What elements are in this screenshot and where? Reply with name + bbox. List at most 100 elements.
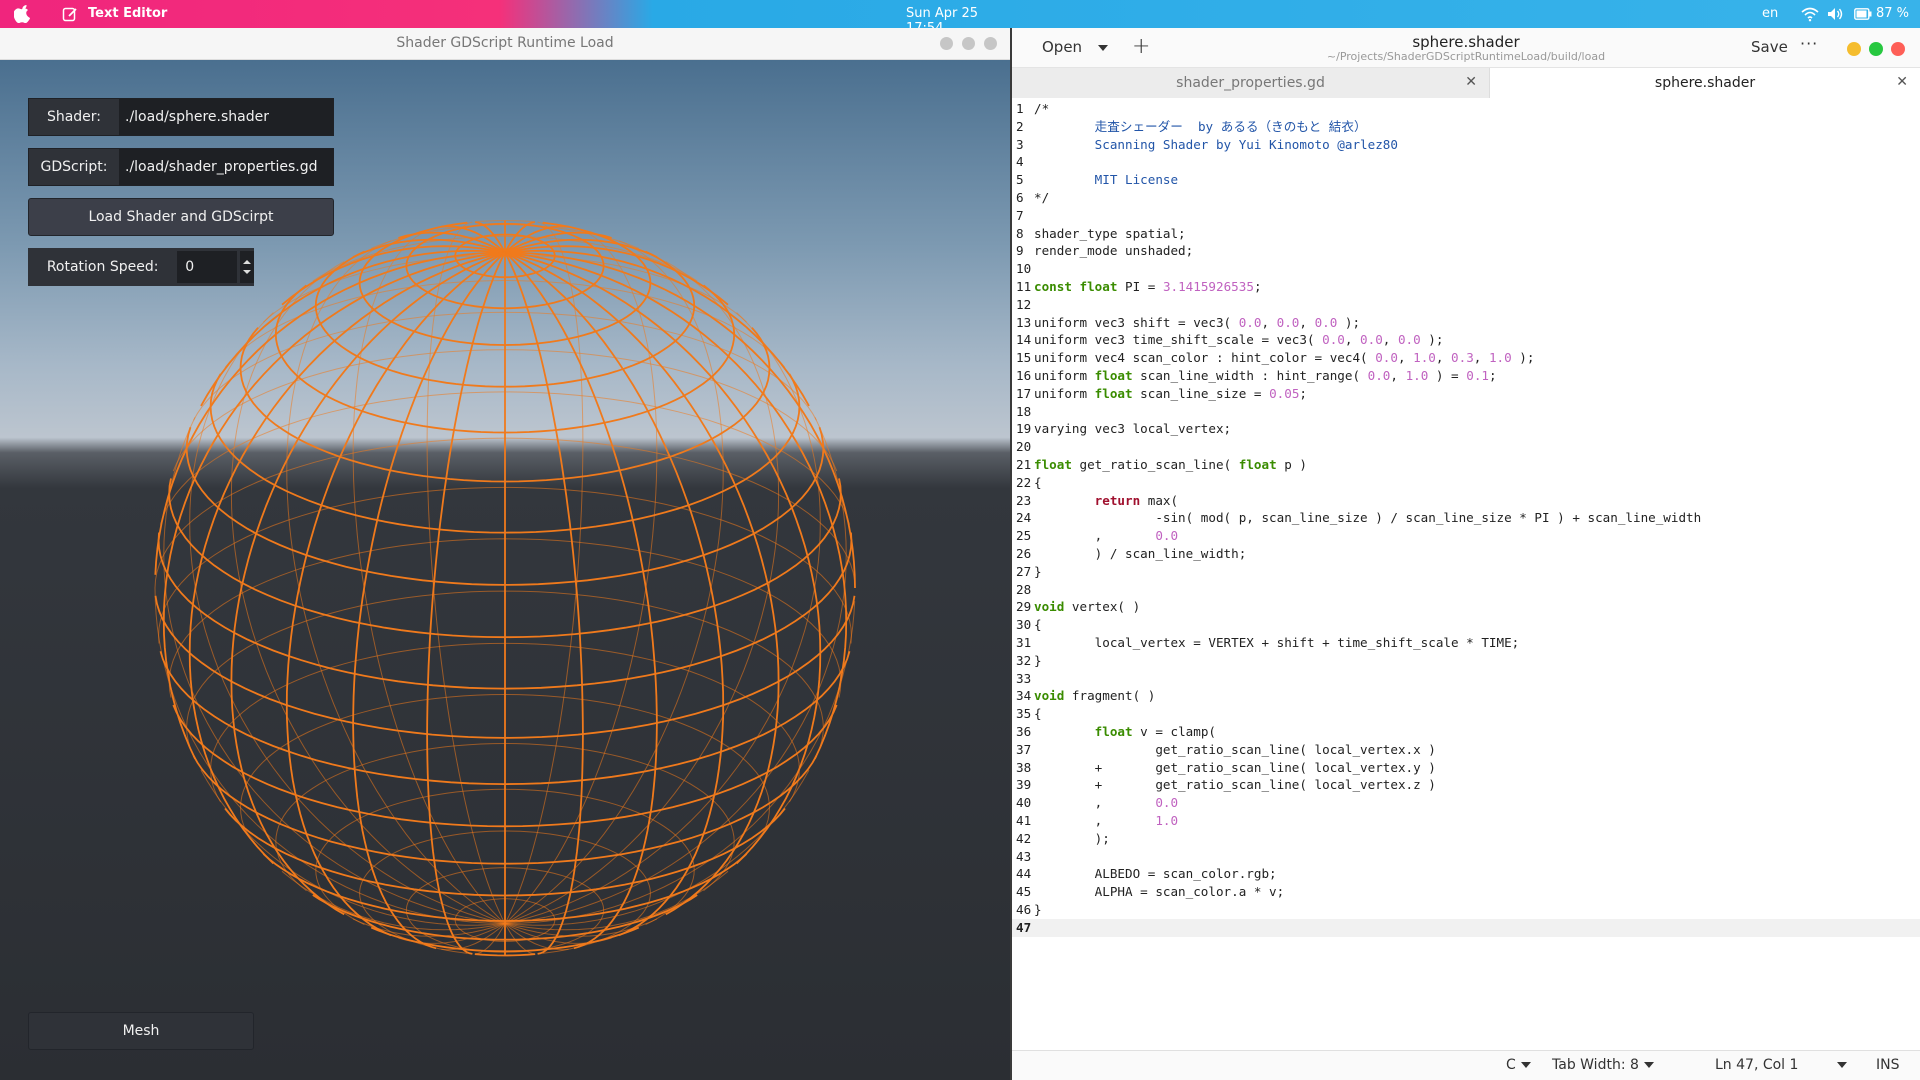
code-line[interactable]: 39 + get_ratio_scan_line( local_vertex.z…	[1012, 776, 1920, 794]
wifi-icon[interactable]	[1801, 6, 1819, 22]
code-line[interactable]: 41 , 1.0	[1012, 812, 1920, 830]
code-line[interactable]: 42 );	[1012, 830, 1920, 848]
tab-width-selector[interactable]: Tab Width: 8	[1552, 1057, 1654, 1073]
language-selector[interactable]: C	[1506, 1057, 1531, 1073]
tab-sphere-shader[interactable]: sphere.shader ✕	[1490, 68, 1920, 98]
code-line[interactable]: 9 render_mode unshaded;	[1012, 242, 1920, 260]
gdscript-path-input[interactable]: ./load/shader_properties.gd	[119, 149, 333, 185]
code-line[interactable]: 2 走査シェーダー by あるる（きのもと 結衣）	[1012, 118, 1920, 136]
code-line[interactable]: 27}	[1012, 563, 1920, 581]
line-number: 43	[1016, 848, 1032, 864]
maximize-button[interactable]	[1869, 42, 1883, 56]
code-text: MIT License	[1034, 172, 1179, 188]
code-line[interactable]: 21 float get_ratio_scan_line( float p )	[1012, 456, 1920, 474]
battery-icon[interactable]	[1854, 8, 1872, 20]
code-text: uniform vec3 time_shift_scale = vec3( 0.…	[1034, 332, 1444, 348]
mesh-button[interactable]: Mesh	[28, 1012, 254, 1050]
active-app-name[interactable]: Text Editor	[88, 6, 167, 21]
cursor-position-dropdown-icon[interactable]	[1832, 1057, 1847, 1073]
menu-icon[interactable]: ···	[1800, 34, 1818, 53]
keyboard-layout[interactable]: en	[1762, 6, 1778, 21]
code-line[interactable]: 22{	[1012, 474, 1920, 492]
code-line[interactable]: 43	[1012, 848, 1920, 866]
code-line[interactable]: 23 return max(	[1012, 492, 1920, 510]
code-line[interactable]: 36 float v = clamp(	[1012, 723, 1920, 741]
code-line[interactable]: 14 uniform vec3 time_shift_scale = vec3( …	[1012, 331, 1920, 349]
line-number: 25	[1016, 528, 1032, 544]
code-line[interactable]: 5 MIT License	[1012, 171, 1920, 189]
code-line[interactable]: 26 ) / scan_line_width;	[1012, 545, 1920, 563]
code-line[interactable]: 12	[1012, 296, 1920, 314]
battery-percent[interactable]: 87 %	[1876, 6, 1909, 21]
code-text: varying vec3 local_vertex;	[1034, 421, 1232, 437]
code-line[interactable]: 7	[1012, 207, 1920, 225]
code-line[interactable]: 11 const float PI = 3.1415926535;	[1012, 278, 1920, 296]
code-line[interactable]: 46}	[1012, 901, 1920, 919]
code-line[interactable]: 8 shader_type spatial;	[1012, 225, 1920, 243]
line-number: 19	[1016, 421, 1032, 437]
tab-shader-properties[interactable]: shader_properties.gd ✕	[1012, 68, 1490, 98]
code-line[interactable]: 34 void fragment( )	[1012, 687, 1920, 705]
code-line[interactable]: 44 ALBEDO = scan_color.rgb;	[1012, 865, 1920, 883]
code-line[interactable]: 18	[1012, 403, 1920, 421]
minimize-button[interactable]	[1847, 42, 1861, 56]
volume-icon[interactable]	[1826, 6, 1844, 22]
wireframe-line	[504, 251, 584, 955]
code-view[interactable]: 1/* 2 走査シェーダー by あるる（きのもと 結衣） 3 Scanning S…	[1012, 100, 1920, 1050]
chevron-down-icon	[1520, 1062, 1531, 1068]
close-tab-icon[interactable]: ✕	[1465, 74, 1477, 90]
line-number: 30	[1016, 617, 1032, 633]
code-line[interactable]: 17 uniform float scan_line_size = 0.05;	[1012, 385, 1920, 403]
code-line[interactable]: 31 local_vertex = VERTEX + shift + time_…	[1012, 634, 1920, 652]
line-number: 14	[1016, 332, 1032, 348]
wireframe-line	[352, 227, 506, 924]
apple-icon[interactable]	[14, 5, 30, 23]
line-number: 15	[1016, 350, 1032, 366]
minimize-button[interactable]	[940, 37, 953, 50]
code-line[interactable]: 30{	[1012, 616, 1920, 634]
line-number: 39	[1016, 777, 1032, 793]
code-line[interactable]: 25 , 0.0	[1012, 527, 1920, 545]
code-line[interactable]: 24 -sin( mod( p, scan_line_size ) / scan…	[1012, 509, 1920, 527]
code-line[interactable]: 16 uniform float scan_line_width : hint_r…	[1012, 367, 1920, 385]
code-text: /*	[1034, 101, 1050, 116]
line-number: 47	[1016, 919, 1032, 935]
code-line[interactable]: 38 + get_ratio_scan_line( local_vertex.y…	[1012, 759, 1920, 777]
close-button[interactable]	[1891, 42, 1905, 56]
cursor-position[interactable]: Ln 47, Col 1	[1715, 1057, 1798, 1073]
code-line[interactable]: 29 void vertex( )	[1012, 598, 1920, 616]
code-line[interactable]: 33	[1012, 670, 1920, 688]
code-line[interactable]: 15 uniform vec4 scan_color : hint_color =…	[1012, 349, 1920, 367]
wireframe-line	[504, 853, 748, 922]
code-line[interactable]: 10	[1012, 260, 1920, 278]
wireframe-line	[504, 532, 853, 690]
code-line[interactable]: 32}	[1012, 652, 1920, 670]
code-line[interactable]: 3 Scanning Shader by Yui Kinomoto @arlez…	[1012, 136, 1920, 154]
line-number: 26	[1016, 546, 1032, 561]
insert-mode-indicator[interactable]: INS	[1876, 1057, 1900, 1073]
shader-path-input[interactable]: ./load/sphere.shader	[119, 99, 333, 135]
code-line[interactable]: 40 , 0.0	[1012, 794, 1920, 812]
code-line[interactable]: 37 get_ratio_scan_line( local_vertex.x )	[1012, 741, 1920, 759]
close-button[interactable]	[984, 37, 997, 50]
code-text: );	[1034, 830, 1110, 846]
code-line[interactable]: 4	[1012, 153, 1920, 171]
code-line[interactable]: 1 /*	[1012, 100, 1920, 118]
code-line[interactable]: 20	[1012, 438, 1920, 456]
code-line[interactable]: 45 ALPHA = scan_color.a * v;	[1012, 883, 1920, 901]
godot-titlebar[interactable]: Shader GDScript Runtime Load	[0, 28, 1010, 60]
close-tab-icon[interactable]: ✕	[1896, 74, 1908, 90]
code-line[interactable]: 19 varying vec3 local_vertex;	[1012, 420, 1920, 438]
code-text: uniform float scan_line_size = 0.05;	[1034, 385, 1308, 401]
code-line[interactable]: 13 uniform vec3 shift = vec3( 0.0, 0.0, 0…	[1012, 314, 1920, 332]
wireframe-sphere	[154, 219, 856, 957]
code-line[interactable]: 35{	[1012, 705, 1920, 723]
save-button[interactable]: Save	[1751, 38, 1788, 56]
code-line[interactable]: 28	[1012, 581, 1920, 599]
code-text: Scanning Shader by Yui Kinomoto @arlez80	[1034, 136, 1398, 152]
code-line[interactable]: 47	[1012, 918, 1920, 937]
line-number: 8	[1016, 225, 1024, 241]
line-number: 27	[1016, 563, 1032, 579]
maximize-button[interactable]	[962, 37, 975, 50]
code-line[interactable]: 6 */	[1012, 189, 1920, 207]
